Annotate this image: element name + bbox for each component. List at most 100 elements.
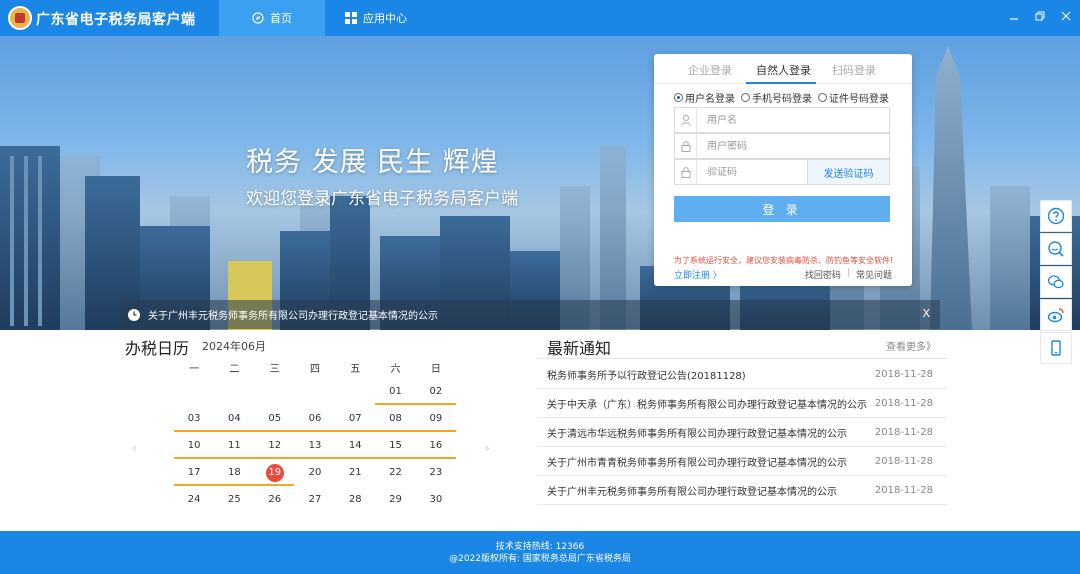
security-warning: 为了系统运行安全，建议您安装病毒防杀、防钓鱼等安全软件! (674, 256, 894, 265)
nav-apps-label: 应用中心 (363, 12, 407, 25)
notice-title[interactable]: 关于中天承（广东）税务师事务所有限公司办理行政登记基本情况的公示 (547, 396, 867, 411)
calendar-day[interactable]: 15 (375, 440, 415, 451)
calendar-day[interactable]: 06 (295, 413, 335, 424)
calendar-day[interactable]: 24 (174, 494, 214, 505)
notice-list: 税务师事务所予以行政登记公告(20181128) 2018-11-28 关于中天… (537, 360, 947, 505)
username-input[interactable] (697, 114, 827, 126)
window-controls (1008, 10, 1072, 22)
notice-item[interactable]: 关于广州市青青税务师事务所有限公司办理行政登记基本情况的公示 2018-11-2… (537, 447, 947, 476)
support-hotline: 技术支持热线: 12366 (495, 542, 585, 552)
mobile-icon[interactable] (1040, 332, 1072, 364)
calendar-day[interactable]: 29 (375, 494, 415, 505)
app-title: 广东省电子税务局客户端 (36, 12, 196, 28)
minimize-icon[interactable] (1008, 10, 1020, 22)
verification-code-field: 发送验证码 (674, 159, 890, 185)
calendar-day[interactable]: 05 (255, 413, 295, 424)
weekday-label: 二 (229, 363, 240, 375)
grid-icon (345, 12, 357, 24)
help-icon[interactable] (1040, 200, 1072, 232)
calendar-day[interactable]: 25 (214, 494, 254, 505)
search-icon[interactable] (1040, 233, 1072, 265)
notice-item[interactable]: 关于广州丰元税务师事务所有限公司办理行政登记基本情况的公示 2018-11-28 (537, 476, 947, 505)
hero-slogan: 税务 发展 民生 辉煌 (246, 147, 499, 178)
compass-icon (252, 12, 264, 24)
calendar-day-today[interactable]: 19 (255, 463, 295, 482)
calendar-day[interactable]: 09 (416, 413, 456, 424)
calendar-day[interactable]: 08 (375, 413, 415, 424)
wechat-icon[interactable] (1040, 266, 1072, 298)
lock-icon (675, 134, 697, 158)
weibo-icon[interactable] (1040, 299, 1072, 331)
calendar-day[interactable]: 20 (295, 467, 335, 478)
announcement-ticker[interactable]: 关于广州丰元税务师事务所有限公司办理行政登记基本情况的公示 X (120, 300, 940, 329)
calendar-day[interactable]: 23 (416, 467, 456, 478)
help-links: 找回密码 | 常见问题 (805, 268, 892, 281)
calendar-day[interactable]: 07 (335, 413, 375, 424)
calendar-week: 17 18 19 20 21 22 23 (174, 459, 456, 486)
calendar-prev-arrow-icon[interactable]: ‹ (132, 441, 137, 455)
calendar-day[interactable]: 26 (255, 494, 295, 505)
ticker-close-button[interactable]: X (922, 307, 930, 320)
password-field (674, 133, 890, 159)
calendar-day[interactable]: 10 (174, 440, 214, 451)
ticker-text[interactable]: 关于广州丰元税务师事务所有限公司办理行政登记基本情况的公示 (148, 307, 438, 322)
notice-title[interactable]: 税务师事务所予以行政登记公告(20181128) (547, 367, 746, 382)
notice-title[interactable]: 关于广州市青青税务师事务所有限公司办理行政登记基本情况的公示 (547, 454, 847, 469)
faq-link[interactable]: 常见问题 (856, 268, 892, 281)
forgot-password-link[interactable]: 找回密码 (805, 268, 841, 281)
username-field (674, 107, 890, 133)
notice-title[interactable]: 关于广州丰元税务师事务所有限公司办理行政登记基本情况的公示 (547, 483, 837, 498)
calendar-day[interactable]: 17 (174, 467, 214, 478)
calendar-day[interactable]: 02 (416, 386, 456, 397)
calendar-grid: 一 二 三 四 五 六 日 01 02 03 04 05 06 07 08 09… (174, 356, 456, 513)
login-button[interactable]: 登 录 (674, 196, 890, 222)
login-mode-options: 用户名登录 手机号码登录 证件号码登录 (674, 90, 889, 105)
notice-date: 2018-11-28 (874, 455, 933, 467)
restore-icon[interactable] (1034, 10, 1046, 22)
calendar-next-arrow-icon[interactable]: › (485, 441, 490, 455)
password-input[interactable] (697, 140, 827, 152)
radio-phone-login[interactable]: 手机号码登录 (741, 90, 812, 105)
calendar-day[interactable]: 22 (375, 467, 415, 478)
calendar-day[interactable]: 04 (214, 413, 254, 424)
copyright: @2022版权所有: 国家税务总局广东省税务局 (449, 554, 631, 564)
calendar-day[interactable]: 12 (255, 440, 295, 451)
notice-date: 2018-11-28 (874, 368, 933, 380)
notice-date: 2018-11-28 (874, 426, 933, 438)
city-skyline-image (0, 46, 1080, 330)
weekday-label: 六 (390, 363, 401, 375)
calendar-day[interactable]: 28 (335, 494, 375, 505)
calendar-day[interactable]: 11 (214, 440, 254, 451)
hero-welcome: 欢迎您登录广东省电子税务局客户端 (246, 189, 518, 209)
notice-item[interactable]: 关于中天承（广东）税务师事务所有限公司办理行政登记基本情况的公示 2018-11… (537, 389, 947, 418)
calendar-week: 01 02 (174, 378, 456, 405)
calendar-week: 24 25 26 27 28 29 30 (174, 486, 456, 513)
tab-enterprise-login[interactable]: 企业登录 (688, 62, 732, 78)
calendar-day[interactable]: 14 (335, 440, 375, 451)
calendar-day[interactable]: 03 (174, 413, 214, 424)
register-link[interactable]: 立即注册 〉 (674, 268, 722, 281)
hero-banner: 税务 发展 民生 辉煌 欢迎您登录广东省电子税务局客户端 (0, 36, 1080, 330)
calendar-day[interactable]: 27 (295, 494, 335, 505)
active-tab-indicator (746, 82, 816, 84)
send-code-button[interactable]: 发送验证码 (807, 160, 889, 184)
close-icon[interactable] (1060, 10, 1072, 22)
nav-tab-home[interactable]: 首页 (219, 0, 325, 36)
weekday-label: 五 (350, 363, 361, 375)
calendar-day[interactable]: 30 (416, 494, 456, 505)
calendar-day[interactable]: 18 (214, 467, 254, 478)
calendar-day[interactable]: 16 (416, 440, 456, 451)
notice-item[interactable]: 税务师事务所予以行政登记公告(20181128) 2018-11-28 (537, 360, 947, 389)
notice-date: 2018-11-28 (874, 484, 933, 496)
tab-qr-login[interactable]: 扫码登录 (832, 62, 876, 78)
tab-person-login[interactable]: 自然人登录 (756, 62, 811, 78)
nav-tab-apps[interactable]: 应用中心 (345, 0, 425, 36)
view-more-link[interactable]: 查看更多》 (886, 338, 936, 353)
calendar-day[interactable]: 01 (375, 386, 415, 397)
calendar-day[interactable]: 13 (295, 440, 335, 451)
notice-title[interactable]: 关于清远市华远税务师事务所有限公司办理行政登记基本情况的公示 (547, 425, 847, 440)
calendar-day[interactable]: 21 (335, 467, 375, 478)
radio-username-login[interactable]: 用户名登录 (674, 90, 735, 105)
notice-item[interactable]: 关于清远市华远税务师事务所有限公司办理行政登记基本情况的公示 2018-11-2… (537, 418, 947, 447)
radio-idcard-login[interactable]: 证件号码登录 (818, 90, 889, 105)
